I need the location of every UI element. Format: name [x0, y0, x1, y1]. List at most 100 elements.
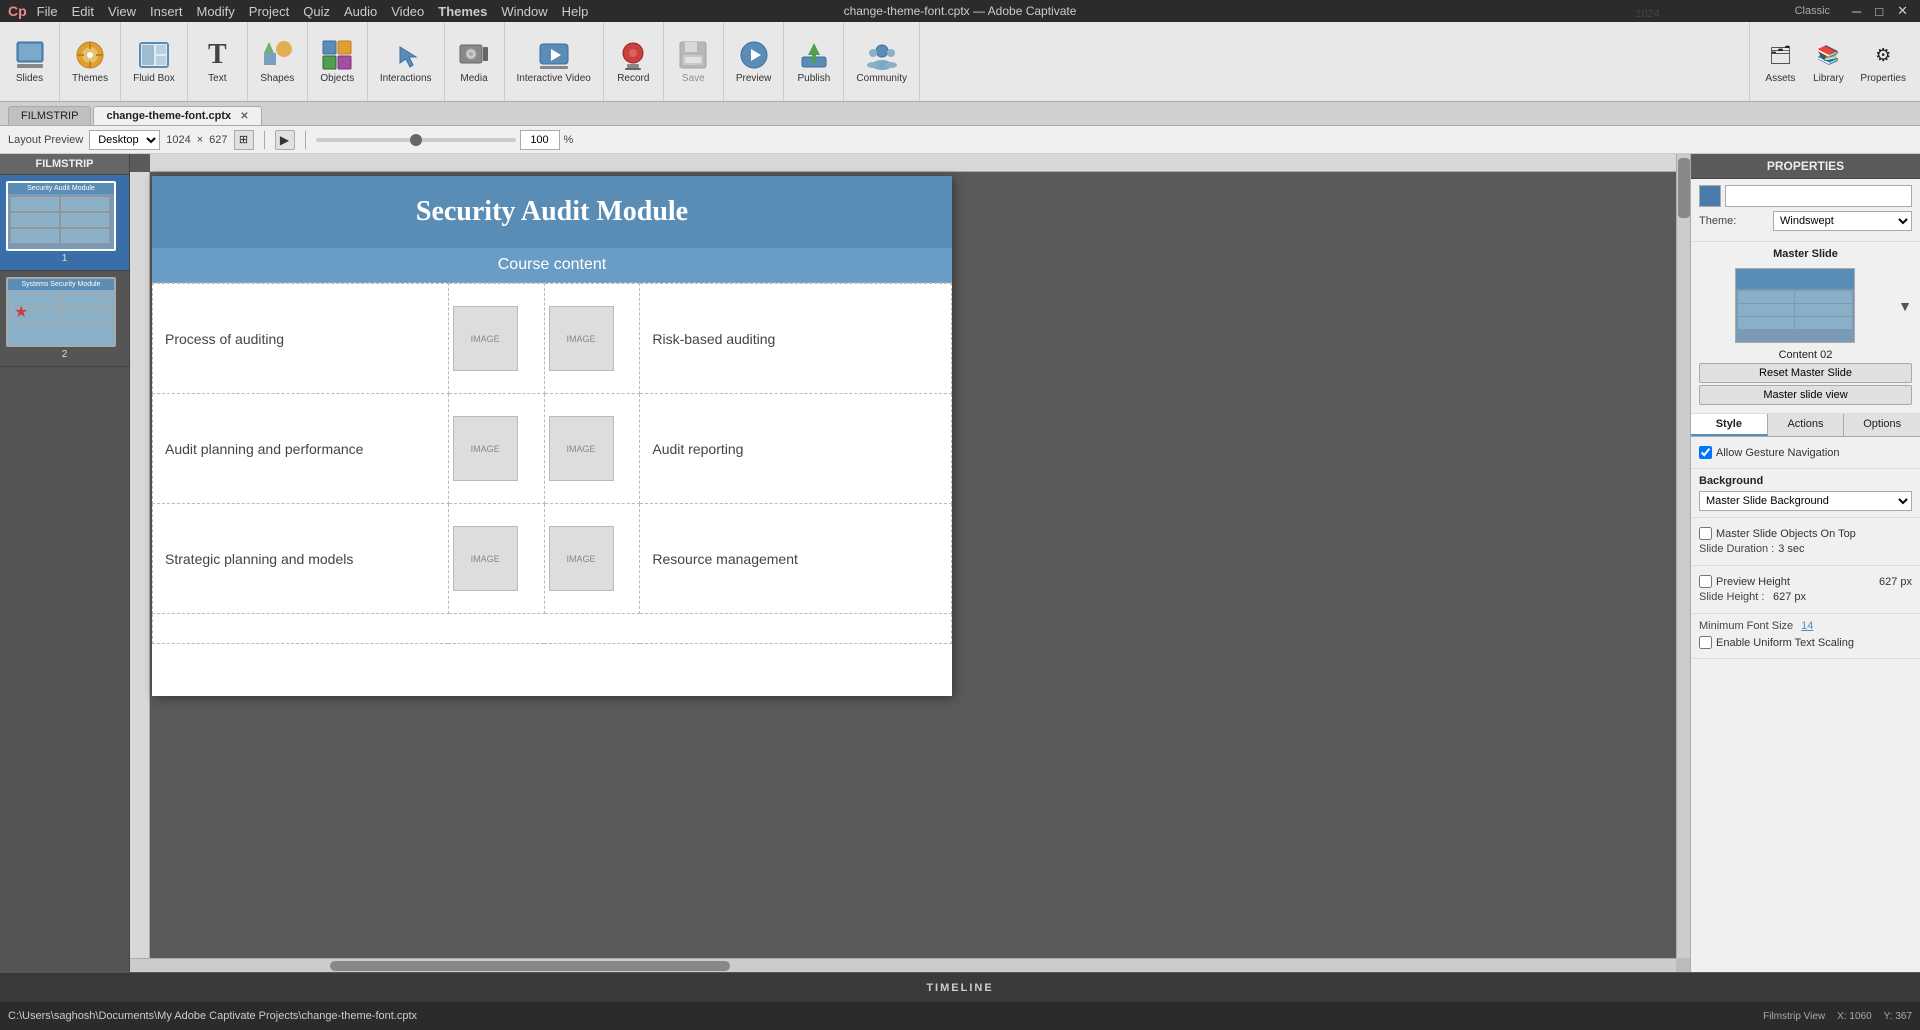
- horizontal-ruler: [150, 154, 1676, 172]
- ruler-value: 1024: [1636, 8, 1660, 20]
- window-menu[interactable]: Window: [497, 4, 551, 19]
- master-slide-preview[interactable]: [1735, 268, 1855, 343]
- canvas-area: Security Audit Module Course content Pro…: [130, 154, 1690, 972]
- interactions-label: Interactions: [380, 73, 432, 84]
- slides-label: Slides: [16, 73, 43, 84]
- shapes-button[interactable]: Shapes: [254, 37, 300, 86]
- uniform-scaling-label: Enable Uniform Text Scaling: [1716, 637, 1854, 649]
- canvas-width: 1024: [166, 134, 190, 146]
- properties-button[interactable]: ⚙ Properties: [1854, 35, 1912, 88]
- thumb-cell-3: [11, 213, 59, 227]
- objects-label: Objects: [320, 73, 354, 84]
- preview-height-checkbox[interactable]: [1699, 575, 1712, 588]
- minimize-btn[interactable]: ─: [1848, 4, 1865, 19]
- interactive-video-icon: [538, 39, 570, 71]
- horizontal-scrollbar[interactable]: [130, 958, 1676, 972]
- gesture-nav-label: Allow Gesture Navigation: [1716, 447, 1840, 459]
- record-button[interactable]: Record: [611, 37, 655, 86]
- insert-menu[interactable]: Insert: [146, 4, 187, 19]
- master-objects-checkbox[interactable]: [1699, 527, 1712, 540]
- reset-master-btn[interactable]: Reset Master Slide: [1699, 363, 1912, 383]
- themes-menu[interactable]: Themes: [434, 4, 491, 19]
- assets-button[interactable]: 🗂 Assets: [1758, 35, 1802, 88]
- library-icon: 📚: [1812, 39, 1844, 71]
- zoom-slider[interactable]: [316, 138, 516, 142]
- properties-panel: PROPERTIES Theme: Windswept Master Slide: [1690, 154, 1920, 972]
- record-icon: [617, 39, 649, 71]
- project-menu[interactable]: Project: [245, 4, 293, 19]
- slide-canvas[interactable]: Security Audit Module Course content Pro…: [152, 176, 952, 696]
- file-tab-close[interactable]: ✕: [240, 111, 248, 122]
- file-menu[interactable]: File: [33, 4, 62, 19]
- prop-tab-options[interactable]: Options: [1844, 414, 1920, 436]
- help-menu[interactable]: Help: [558, 4, 593, 19]
- community-button[interactable]: Community: [850, 37, 913, 86]
- save-button[interactable]: Save: [671, 37, 715, 86]
- maximize-btn[interactable]: □: [1871, 4, 1887, 19]
- preview-label: Preview: [736, 73, 772, 84]
- h-scroll-thumb[interactable]: [330, 961, 730, 971]
- prop-height-section: Preview Height 627 px Slide Height : 627…: [1691, 566, 1920, 614]
- layout-select[interactable]: Desktop Mobile Tablet: [89, 130, 160, 150]
- master-select-arrow[interactable]: ▼: [1898, 298, 1912, 314]
- view-menu[interactable]: View: [104, 4, 140, 19]
- slide-2-thumb: Systems Security Module ★: [6, 277, 116, 347]
- quiz-menu[interactable]: Quiz: [299, 4, 334, 19]
- master-objects-row: Master Slide Objects On Top: [1699, 527, 1912, 540]
- uniform-scaling-checkbox[interactable]: [1699, 636, 1712, 649]
- publish-button[interactable]: Publish: [792, 37, 837, 86]
- video-menu[interactable]: Video: [387, 4, 428, 19]
- slides-button[interactable]: Slides: [8, 37, 52, 86]
- zoom-thumb[interactable]: [410, 134, 422, 146]
- slide-duration-label: Slide Duration :: [1699, 543, 1774, 555]
- close-btn[interactable]: ✕: [1893, 3, 1912, 19]
- vertical-scrollbar[interactable]: [1676, 154, 1690, 958]
- filmstrip-slide-1[interactable]: Security Audit Module 1: [0, 175, 129, 271]
- theme-select[interactable]: Windswept: [1773, 211, 1912, 231]
- ribbon-right-group: 🗂 Assets 📚 Library ⚙ Properties: [1749, 22, 1920, 101]
- ribbon-group-objects: Objects: [308, 22, 368, 101]
- fit-btn[interactable]: ⊞: [234, 130, 254, 150]
- slide-1-thumb-title: Security Audit Module: [8, 183, 114, 194]
- objects-button[interactable]: Objects: [314, 37, 360, 86]
- v-scroll-thumb[interactable]: [1678, 158, 1690, 218]
- edit-menu[interactable]: Edit: [68, 4, 98, 19]
- media-icon: [458, 39, 490, 71]
- prop-tab-actions[interactable]: Actions: [1768, 414, 1845, 436]
- fluidbox-button[interactable]: Fluid Box: [127, 37, 181, 86]
- prop-tab-style[interactable]: Style: [1691, 414, 1768, 436]
- color-swatch[interactable]: [1699, 185, 1721, 207]
- prop-theme-section: Theme: Windswept: [1691, 179, 1920, 242]
- filmstrip-panel: FILMSTRIP Security Audit Module 1 System…: [0, 154, 130, 972]
- modify-menu[interactable]: Modify: [193, 4, 239, 19]
- library-button[interactable]: 📚 Library: [1806, 35, 1850, 88]
- slide2-cell-4: [61, 309, 109, 323]
- color-input[interactable]: [1725, 185, 1912, 207]
- prop-color-row: [1699, 185, 1912, 207]
- background-select[interactable]: Master Slide Background: [1699, 491, 1912, 511]
- play-btn[interactable]: ▶: [275, 130, 295, 150]
- coord-x: X: 1060: [1837, 1011, 1871, 1022]
- row3-img1-placeholder: IMAGE: [453, 526, 518, 591]
- filmstrip-slide-2[interactable]: Systems Security Module ★ 2: [0, 271, 129, 367]
- interactive-video-button[interactable]: Interactive Video: [511, 37, 597, 86]
- gesture-nav-checkbox[interactable]: [1699, 446, 1712, 459]
- ruler-indicator: 1024: [1636, 0, 1660, 28]
- media-button[interactable]: Media: [452, 37, 496, 86]
- themes-button[interactable]: Themes: [66, 37, 114, 86]
- interactions-icon: [390, 39, 422, 71]
- text-button[interactable]: T Text: [195, 37, 239, 86]
- interactions-button[interactable]: Interactions: [374, 37, 438, 86]
- file-tab[interactable]: change-theme-font.cptx ✕: [93, 106, 261, 125]
- master-view-btn[interactable]: Master slide view: [1699, 385, 1912, 405]
- filmstrip-tab[interactable]: FILMSTRIP: [8, 106, 91, 125]
- preview-button[interactable]: Preview: [730, 37, 778, 86]
- slide-1-thumb: Security Audit Module: [6, 181, 116, 251]
- assets-icon: 🗂: [1764, 39, 1796, 71]
- grid-row-1: Process of auditing IMAGE IMAGE Risk-bas…: [153, 284, 952, 394]
- zoom-input[interactable]: [520, 130, 560, 150]
- master-objects-label: Master Slide Objects On Top: [1716, 528, 1856, 540]
- audio-menu[interactable]: Audio: [340, 4, 381, 19]
- min-font-row: Minimum Font Size 14: [1699, 620, 1912, 632]
- preview-icon: [738, 39, 770, 71]
